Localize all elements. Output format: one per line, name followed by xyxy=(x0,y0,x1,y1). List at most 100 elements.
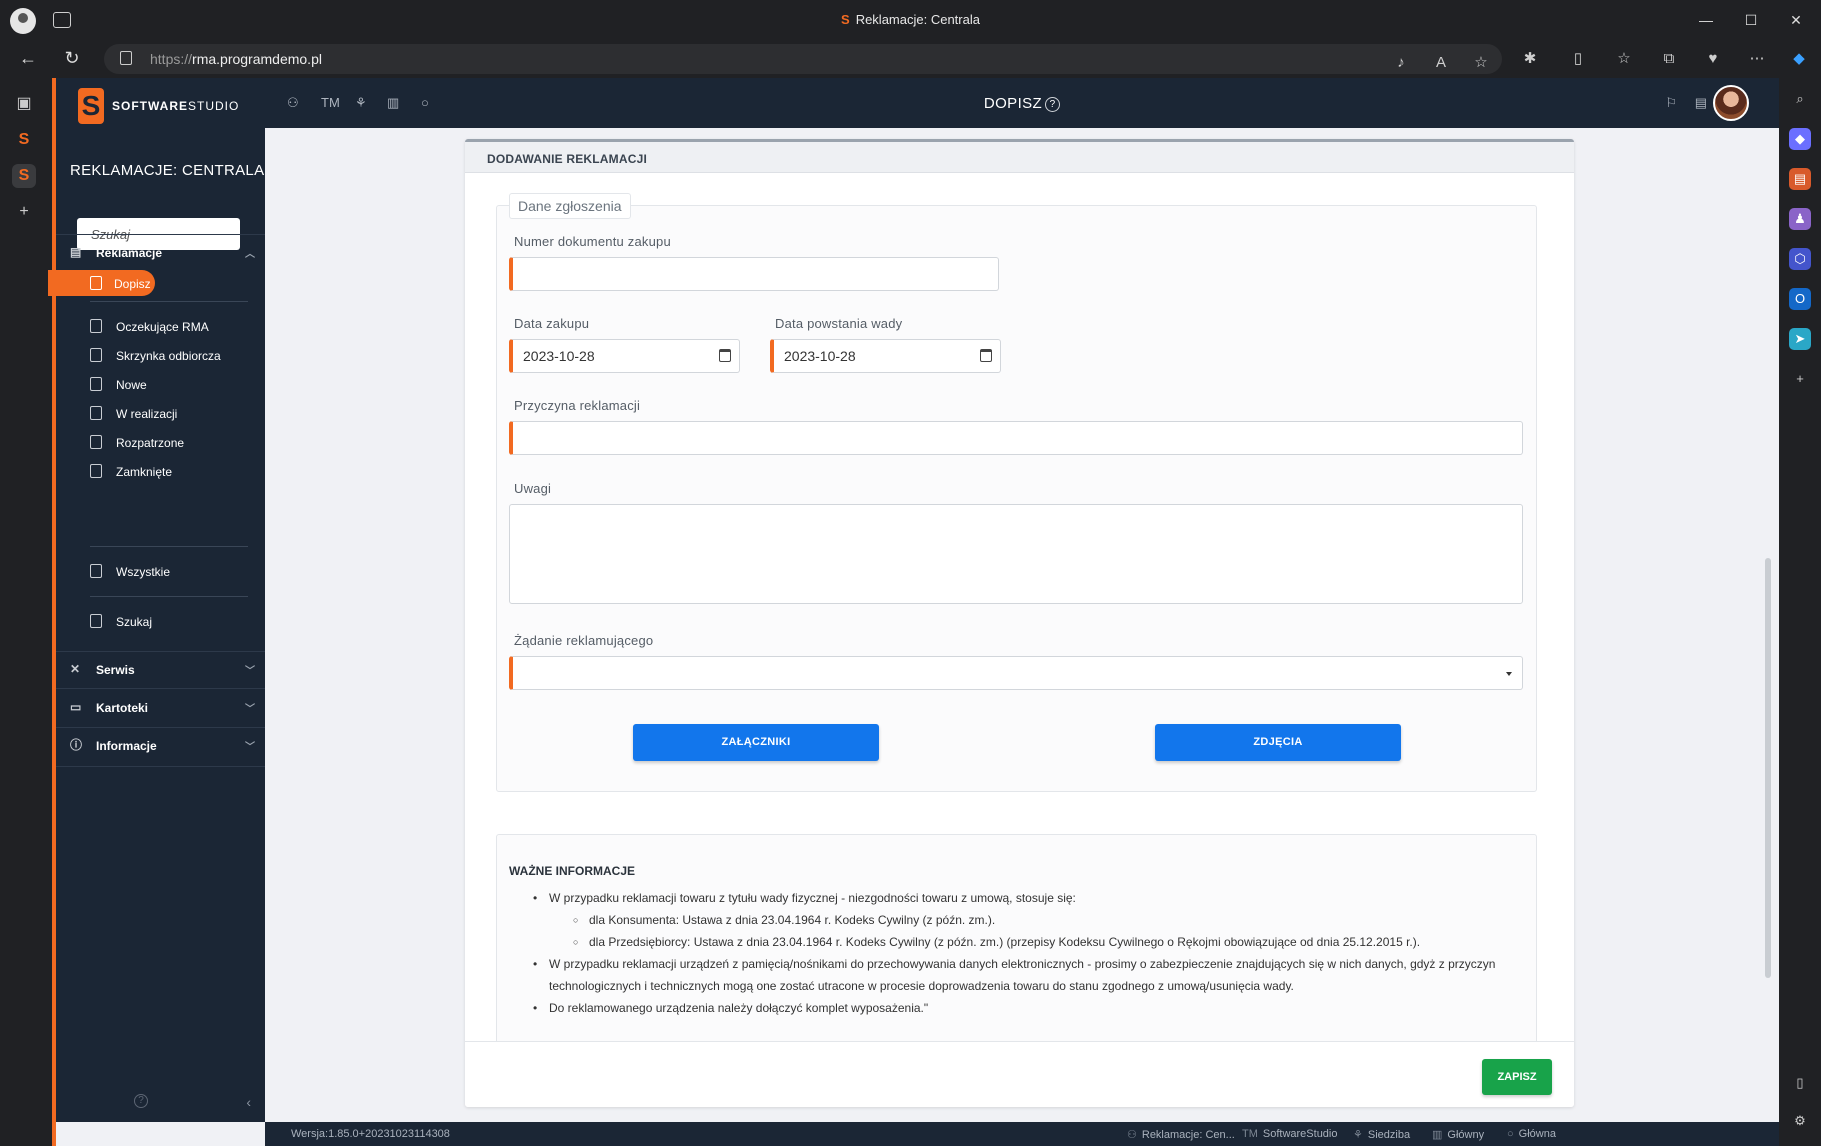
purchase-date-label: Data zakupu xyxy=(514,316,590,331)
status-module[interactable]: ⚇ Reklamacje: Cen... xyxy=(1127,1128,1235,1141)
read-aloud-icon[interactable]: A xyxy=(1432,54,1450,72)
sidebar-group-informacje[interactable]: ⓘ Informacje ﹀ xyxy=(56,728,265,762)
notes-label: Uwagi xyxy=(514,481,552,496)
calendar-icon[interactable] xyxy=(719,349,731,362)
url-text[interactable]: https://rma.programdemo.pl xyxy=(150,51,322,67)
folder-icon: ▭ xyxy=(70,700,82,714)
refresh-icon[interactable]: ↻ xyxy=(60,48,84,69)
chevron-up-icon: ︿ xyxy=(245,249,255,260)
user-avatar[interactable] xyxy=(1713,85,1749,121)
purchase-date-input[interactable]: 2023-10-28 xyxy=(509,339,740,373)
flag-icon[interactable]: ⚐ xyxy=(1665,95,1677,111)
sidebar-item-skrzynka-odbiorcza[interactable]: Skrzynka odbiorcza xyxy=(56,345,265,367)
sidebar-inner-divider xyxy=(90,301,248,302)
pinned-tab-active-softwarestudio-icon[interactable]: S xyxy=(12,164,36,188)
chevron-down-icon: ﹀ xyxy=(245,704,255,715)
lock-icon xyxy=(120,51,132,65)
microsoft-365-icon[interactable]: ⬡ xyxy=(1789,248,1811,270)
status-branch[interactable]: ○ Główna xyxy=(1507,1128,1556,1140)
status-company[interactable]: TM SoftwareStudio xyxy=(1242,1128,1338,1140)
status-warehouse[interactable]: ▥ Główny xyxy=(1432,1128,1484,1141)
extensions-icon[interactable]: ✱ xyxy=(1521,50,1539,68)
sidebar-item-nowe[interactable]: Nowe xyxy=(56,374,265,396)
complaint-reason-label: Przyczyna reklamacji xyxy=(514,398,641,413)
new-tab-plus-icon[interactable]: + xyxy=(12,200,36,224)
collections-icon[interactable]: ⧉ xyxy=(1660,50,1678,68)
sidebar-item-oczekujace-rma[interactable]: Oczekujące RMA xyxy=(56,316,265,338)
sidebar-item-wszystkie[interactable]: Wszystkie xyxy=(56,561,265,583)
status-location[interactable]: ⚘ Siedziba xyxy=(1353,1128,1410,1141)
list-item: dla Konsumenta: Ustawa z dnia 23.04.1964… xyxy=(509,909,1529,931)
photos-button[interactable]: ZDJĘCIA xyxy=(1155,724,1401,761)
games-icon[interactable]: ♟ xyxy=(1789,208,1811,230)
sidebar-group-serwis[interactable]: ✕ Serwis ﹀ xyxy=(56,652,265,686)
defect-date-input[interactable]: 2023-10-28 xyxy=(770,339,1001,373)
performance-icon[interactable]: ♥ xyxy=(1704,50,1722,68)
sidebar-divider xyxy=(56,688,265,689)
complaint-reason-input[interactable] xyxy=(509,421,1523,455)
sidebar-inner-divider xyxy=(90,596,248,597)
collapse-sidebar-icon[interactable]: ‹ xyxy=(246,1094,251,1110)
card-footer: ZAPISZ xyxy=(465,1041,1574,1107)
app-title: REKLAMACJE: CENTRALA xyxy=(70,162,265,179)
address-bar[interactable]: https://rma.programdemo.pl ♪ A ☆ xyxy=(104,44,1502,74)
more-menu-icon[interactable]: ⋯ xyxy=(1748,50,1766,68)
hide-sidebar-icon[interactable]: ▯ xyxy=(1789,1072,1811,1094)
version-text: Wersja:1.85.0+20231023114308 xyxy=(291,1128,450,1140)
status-bar: Wersja:1.85.0+20231023114308 ⚇ Reklamacje… xyxy=(265,1122,1779,1146)
sidebar-item-dopisz[interactable]: Dopisz xyxy=(48,270,155,296)
hierarchy-icon: ⚘ xyxy=(1353,1129,1363,1141)
sidebar-settings-gear-icon[interactable]: ⚙ xyxy=(1789,1110,1811,1132)
claimant-demand-label: Żądanie reklamującego xyxy=(514,633,654,648)
document-icon: ▤ xyxy=(70,245,82,259)
outlook-icon[interactable]: O xyxy=(1789,288,1811,310)
id-card-icon[interactable]: ▤ xyxy=(1695,95,1707,111)
content-scrollbar[interactable] xyxy=(1765,558,1771,978)
browser-titlebar: S Reklamacje: Centrala — ☐ ✕ xyxy=(0,0,1821,40)
important-info-title: WAŻNE INFORMACJE xyxy=(509,864,635,878)
form-fieldset xyxy=(496,205,1537,792)
tab-panel-icon[interactable]: ▣ xyxy=(12,92,36,116)
pinned-tab-softwarestudio-icon[interactable]: S xyxy=(12,128,36,152)
browser-toolbar: ← ↻ https://rma.programdemo.pl ♪ A ☆ ✱ ▯… xyxy=(0,40,1821,78)
add-sidebar-app-icon[interactable]: + xyxy=(1789,368,1811,390)
favorite-star-icon[interactable]: ☆ xyxy=(1472,54,1490,72)
list-item: Do reklamowanego urządzenia należy dołąc… xyxy=(509,997,1529,1019)
drop-send-icon[interactable]: ➤ xyxy=(1789,328,1811,350)
list-item: dla Przedsiębiorcy: Ustawa z dnia 23.04.… xyxy=(509,931,1529,953)
purchase-document-input[interactable] xyxy=(509,257,999,291)
search-icon[interactable]: ⌕ xyxy=(1789,88,1811,110)
favorites-icon[interactable]: ☆ xyxy=(1615,50,1633,68)
close-button[interactable]: ✕ xyxy=(1776,8,1816,32)
info-icon: ⓘ xyxy=(70,738,83,752)
split-screen-icon[interactable]: ▯ xyxy=(1569,50,1587,68)
sidebar-item-rozpatrzone[interactable]: Rozpatrzone xyxy=(56,432,265,454)
back-arrow-icon[interactable]: ← xyxy=(16,48,40,69)
help-question-icon[interactable]: ? xyxy=(1045,97,1061,112)
minimize-button[interactable]: — xyxy=(1686,8,1726,32)
purchase-document-label: Numer dokumentu zakupu xyxy=(514,234,671,249)
users-icon: ⚇ xyxy=(1127,1129,1137,1141)
copilot-icon[interactable]: ◆ xyxy=(1790,50,1808,68)
defect-date-label: Data powstania wady xyxy=(775,316,903,331)
help-icon[interactable]: ? xyxy=(134,1094,148,1108)
calendar-icon[interactable] xyxy=(980,349,992,362)
save-button[interactable]: ZAPISZ xyxy=(1482,1059,1552,1095)
sidebar-item-zamkniete[interactable]: Zamknięte xyxy=(56,461,265,483)
tools-briefcase-icon[interactable]: ▤ xyxy=(1789,168,1811,190)
app-favicon-icon: S xyxy=(841,12,850,27)
notes-textarea[interactable] xyxy=(509,504,1523,604)
notifications-muted-icon[interactable]: ♪ xyxy=(1392,54,1410,72)
sidebar-group-kartoteki[interactable]: ▭ Kartoteki ﹀ xyxy=(56,690,265,724)
claimant-demand-select[interactable] xyxy=(509,656,1523,690)
maximize-button[interactable]: ☐ xyxy=(1731,8,1771,32)
sidebar-item-w-realizacji[interactable]: W realizacji xyxy=(56,403,265,425)
sidebar-item-szukaj[interactable]: Szukaj xyxy=(56,611,265,633)
list-item: W przypadku reklamacji urządzeń z pamięc… xyxy=(509,953,1529,997)
app-header: ⚇ TM ⚘ ▥ ○ DOPISZ? ⚐ ▤ xyxy=(265,78,1779,128)
attachments-button[interactable]: ZAŁĄCZNIKI xyxy=(633,724,879,761)
chevron-down-icon: ﹀ xyxy=(245,666,255,677)
file-progress-icon xyxy=(90,406,102,420)
sidebar-group-reklamacje[interactable]: ▤ Reklamacje ︿ xyxy=(56,235,265,269)
shopping-tag-icon[interactable]: ◆ xyxy=(1789,128,1811,150)
